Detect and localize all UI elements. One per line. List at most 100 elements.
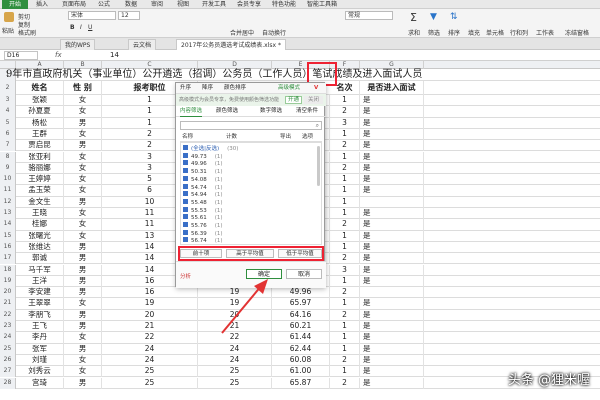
gender-cell[interactable]: 女	[64, 219, 102, 231]
gender-cell[interactable]: 女	[64, 208, 102, 220]
color-sort-button[interactable]: 颜色排序	[224, 84, 246, 93]
number-format-select[interactable]: 常规	[345, 11, 393, 20]
header-gender[interactable]: 性 别	[64, 81, 102, 95]
interview-cell[interactable]: 是	[360, 185, 424, 197]
rank-cell[interactable]: 1	[330, 241, 360, 254]
interview-cell[interactable]: 是	[360, 377, 424, 389]
rank-cell[interactable]: 1	[330, 174, 360, 186]
tab-review[interactable]: 审阅	[146, 0, 168, 9]
column-d-cell[interactable]: 25	[198, 366, 272, 378]
score-cell[interactable]: 61.00	[272, 366, 330, 378]
tab-data[interactable]: 数据	[120, 0, 142, 9]
sum-button[interactable]: 求和	[408, 28, 420, 37]
checkbox-icon[interactable]	[183, 152, 188, 158]
gender-cell[interactable]: 男	[64, 275, 102, 288]
tab-my-wps[interactable]: 我的WPS	[60, 39, 96, 50]
name-cell[interactable]: 杨松	[16, 117, 64, 129]
column-header-b[interactable]: B	[64, 61, 102, 69]
gender-cell[interactable]: 女	[64, 185, 102, 197]
name-cell[interactable]: 桂娜	[16, 219, 64, 231]
list-header-name[interactable]: 名称	[182, 133, 193, 142]
name-cell[interactable]: 王群	[16, 128, 64, 141]
row-number[interactable]: 25	[0, 343, 16, 355]
checkbox-icon[interactable]	[183, 229, 188, 235]
underline-button[interactable]: U	[88, 24, 92, 31]
interview-cell[interactable]: 是	[360, 275, 424, 288]
interview-cell[interactable]: 是	[360, 117, 424, 129]
name-cell[interactable]: 张颖	[16, 95, 64, 107]
gender-cell[interactable]: 男	[64, 343, 102, 355]
rank-cell[interactable]: 2	[330, 377, 360, 389]
position-cell[interactable]: 25	[102, 377, 198, 389]
tab-special[interactable]: 特色功能	[268, 0, 300, 9]
advanced-mode-toggle[interactable]: 高级模式	[278, 84, 300, 93]
checkbox-icon[interactable]	[183, 237, 188, 243]
name-box[interactable]: D16	[4, 51, 38, 60]
row-number[interactable]: 3	[0, 95, 16, 107]
score-cell[interactable]: 61.44	[272, 332, 330, 344]
column-header-d[interactable]: D	[198, 61, 272, 69]
interview-cell[interactable]: 是	[360, 366, 424, 378]
rank-cell[interactable]: 1	[330, 321, 360, 333]
row-number[interactable]: 28	[0, 377, 16, 389]
clear-conditions-button[interactable]: 清空条件	[296, 107, 318, 116]
name-cell[interactable]: 王飞	[16, 321, 64, 333]
interview-cell[interactable]: 是	[360, 230, 424, 242]
italic-button[interactable]: I	[80, 24, 82, 31]
list-scrollbar[interactable]	[317, 146, 320, 186]
gender-cell[interactable]: 女	[64, 162, 102, 175]
rank-cell[interactable]: 2	[330, 140, 360, 152]
rank-cell[interactable]: 1	[330, 332, 360, 344]
column-d-cell[interactable]: 25	[198, 377, 272, 389]
export-button[interactable]: 导出	[280, 133, 291, 142]
rank-cell[interactable]: 2	[330, 106, 360, 118]
rank-cell[interactable]: 2	[330, 253, 360, 265]
rank-cell[interactable]: 1	[330, 343, 360, 355]
rank-cell[interactable]: 1	[330, 185, 360, 197]
gender-cell[interactable]: 男	[64, 140, 102, 152]
wrap-text-button[interactable]: 自动换行	[262, 28, 286, 37]
row-number[interactable]: 16	[0, 241, 16, 254]
name-cell[interactable]: 马千军	[16, 264, 64, 276]
position-cell[interactable]: 22	[102, 332, 198, 344]
paste-icon[interactable]	[4, 12, 14, 22]
row-number[interactable]: 9	[0, 162, 16, 175]
rank-cell[interactable]: 2	[330, 219, 360, 231]
score-cell[interactable]: 62.44	[272, 343, 330, 355]
rank-cell[interactable]: 2	[330, 309, 360, 321]
name-cell[interactable]: 郭诚	[16, 253, 64, 265]
checkbox-icon[interactable]	[183, 214, 188, 220]
header-interview[interactable]: 是否进入面试	[360, 81, 424, 95]
tab-home[interactable]: 开始	[2, 0, 28, 9]
checkbox-icon[interactable]	[183, 168, 188, 174]
row-number[interactable]: 8	[0, 151, 16, 163]
position-cell[interactable]: 19	[102, 298, 198, 310]
score-cell[interactable]: 60.08	[272, 354, 330, 367]
freeze-button[interactable]: 冻结窗格	[565, 28, 589, 37]
row-number[interactable]: 11	[0, 185, 16, 197]
cell-button[interactable]: 单元格	[486, 28, 504, 37]
fx-icon[interactable]: fx	[55, 51, 62, 59]
name-cell[interactable]: 刘瑾	[16, 354, 64, 367]
tab-current-file[interactable]: 2017年公务员遴选考试成绩表.xlsx *	[176, 39, 286, 50]
filter-button[interactable]: 筛选	[428, 28, 440, 37]
column-header-g[interactable]: G	[360, 61, 424, 69]
gender-cell[interactable]: 女	[64, 151, 102, 163]
name-cell[interactable]: 张军	[16, 343, 64, 355]
interview-cell[interactable]: 是	[360, 309, 424, 321]
select-all-corner[interactable]	[0, 61, 16, 69]
row-number[interactable]: 2	[0, 81, 16, 95]
name-cell[interactable]: 王婷婷	[16, 174, 64, 186]
row-number[interactable]: 19	[0, 275, 16, 288]
interview-cell[interactable]: 是	[360, 95, 424, 107]
gender-cell[interactable]: 男	[64, 253, 102, 265]
name-cell[interactable]: 宫琦	[16, 377, 64, 389]
interview-cell[interactable]: 是	[360, 219, 424, 231]
rank-cell[interactable]: 1	[330, 230, 360, 242]
rank-cell[interactable]: 3	[330, 117, 360, 129]
gender-cell[interactable]: 女	[64, 230, 102, 242]
header-name[interactable]: 姓名	[16, 81, 64, 95]
interview-cell[interactable]	[360, 196, 424, 208]
formula-input[interactable]: 14	[110, 51, 119, 59]
rank-cell[interactable]: 1	[330, 196, 360, 208]
